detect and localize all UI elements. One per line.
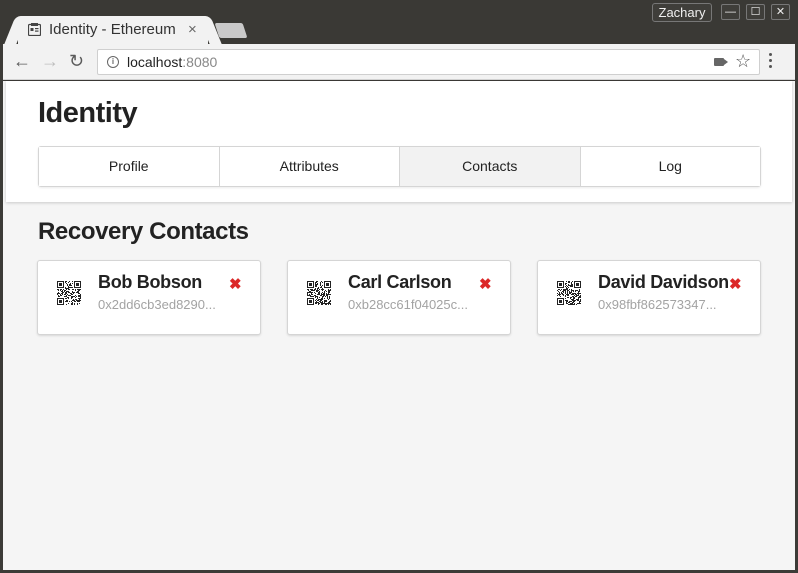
tab-log[interactable]: Log — [580, 147, 760, 186]
title-bar: Identity - Ethereum × Zachary — ☐ ✕ — [0, 0, 798, 44]
kebab-menu-icon[interactable] — [769, 53, 773, 69]
page-title: Identity — [38, 97, 138, 129]
remove-icon[interactable]: ✖ — [729, 275, 742, 293]
remove-icon[interactable]: ✖ — [479, 275, 492, 293]
maximize-button[interactable]: ☐ — [746, 4, 765, 20]
contact-address: 0xb28cc61f04025c... — [348, 297, 468, 312]
header-card: Identity Profile Attributes Contacts Log — [6, 81, 792, 202]
browser-toolbar: ← → ↻ i localhost:8080 ☆ — [3, 44, 795, 80]
contact-name: David Davidson — [598, 272, 729, 292]
contact-name: Carl Carlson — [348, 272, 452, 292]
qr-code-icon — [557, 281, 581, 305]
browser-window: Identity - Ethereum × Zachary — ☐ ✕ ← → … — [0, 0, 798, 573]
tab-title: Identity - Ethereum — [49, 21, 176, 38]
contact-address: 0x98fbf862573347... — [598, 297, 717, 312]
tab-close-icon[interactable]: × — [188, 21, 197, 38]
qr-code-icon — [57, 281, 81, 305]
back-arrow-icon[interactable]: ← — [13, 52, 31, 70]
contact-name: Bob Bobson — [98, 272, 202, 292]
tab-profile[interactable]: Profile — [39, 147, 220, 186]
new-tab-button[interactable] — [214, 23, 248, 38]
reload-icon[interactable]: ↻ — [69, 52, 84, 70]
section-title: Recovery Contacts — [38, 218, 249, 245]
profile-button[interactable]: Zachary — [652, 3, 712, 22]
contact-card-icon — [28, 23, 41, 36]
tab-contacts[interactable]: Contacts — [400, 147, 581, 186]
forward-arrow-icon[interactable]: → — [41, 52, 59, 70]
info-icon[interactable]: i — [107, 56, 119, 68]
minimize-button[interactable]: — — [721, 4, 740, 20]
contact-address: 0x2dd6cb3ed8290... — [98, 297, 216, 312]
camera-icon[interactable] — [714, 58, 728, 66]
address-bar[interactable]: i localhost:8080 ☆ — [97, 49, 760, 75]
bookmark-star-icon[interactable]: ☆ — [735, 51, 751, 72]
contact-card: Carl Carlson 0xb28cc61f04025c... ✖ — [287, 260, 511, 335]
url-text: localhost:8080 — [127, 54, 218, 70]
browser-tab[interactable]: Identity - Ethereum × — [18, 16, 208, 44]
page-viewport: Identity Profile Attributes Contacts Log… — [3, 81, 795, 570]
tab-attributes[interactable]: Attributes — [219, 147, 400, 186]
contact-card: Bob Bobson 0x2dd6cb3ed8290... ✖ — [37, 260, 261, 335]
close-window-button[interactable]: ✕ — [771, 4, 790, 20]
qr-code-icon — [307, 281, 331, 305]
contact-card: David Davidson 0x98fbf862573347... ✖ — [537, 260, 761, 335]
main-menu: Profile Attributes Contacts Log — [38, 146, 761, 187]
remove-icon[interactable]: ✖ — [229, 275, 242, 293]
